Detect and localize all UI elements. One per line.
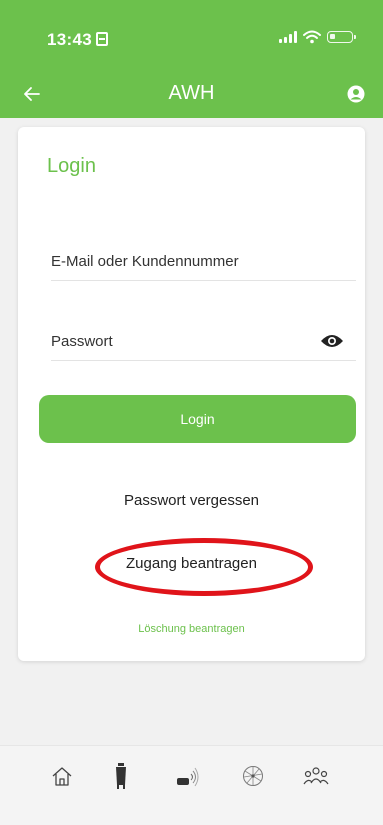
request-deletion-link[interactable]: Löschung beantragen bbox=[18, 623, 365, 635]
network-icon bbox=[243, 766, 263, 786]
bin-icon bbox=[116, 763, 126, 789]
app-title: AWH bbox=[168, 82, 215, 104]
status-bar: 13:43 bbox=[0, 0, 383, 64]
signal-icon bbox=[279, 31, 297, 43]
nav-home[interactable] bbox=[42, 758, 82, 794]
nav-sensor[interactable] bbox=[168, 758, 208, 794]
header: 13:43 AWH bbox=[0, 0, 383, 118]
profile-button[interactable] bbox=[343, 81, 369, 107]
people-icon bbox=[303, 767, 329, 785]
nav-bin[interactable] bbox=[101, 758, 141, 794]
user-circle-icon bbox=[347, 85, 365, 103]
app-bar: AWH bbox=[0, 72, 383, 116]
password-field-wrapper bbox=[51, 323, 356, 361]
forgot-password-link[interactable]: Passwort vergessen bbox=[18, 492, 365, 509]
nav-network[interactable] bbox=[233, 758, 273, 794]
clock-text: 13:43 bbox=[47, 30, 92, 49]
email-field-wrapper bbox=[51, 243, 356, 281]
login-heading: Login bbox=[47, 155, 96, 177]
eye-icon[interactable] bbox=[320, 333, 344, 349]
status-icons bbox=[279, 30, 356, 44]
email-input[interactable] bbox=[51, 243, 356, 280]
password-input[interactable] bbox=[51, 323, 356, 360]
wifi-icon bbox=[303, 30, 321, 44]
bottom-nav bbox=[0, 745, 383, 825]
nav-people[interactable] bbox=[296, 758, 336, 794]
home-icon bbox=[52, 767, 72, 786]
battery-icon bbox=[327, 31, 356, 43]
id-card-icon bbox=[95, 32, 108, 46]
request-access-link[interactable]: Zugang beantragen bbox=[18, 555, 365, 572]
sensor-icon bbox=[177, 767, 199, 787]
login-button[interactable]: Login bbox=[39, 395, 356, 443]
login-card: Login Login Passwort vergessen Zugang be… bbox=[18, 127, 365, 661]
status-time: 13:43 bbox=[47, 30, 108, 50]
